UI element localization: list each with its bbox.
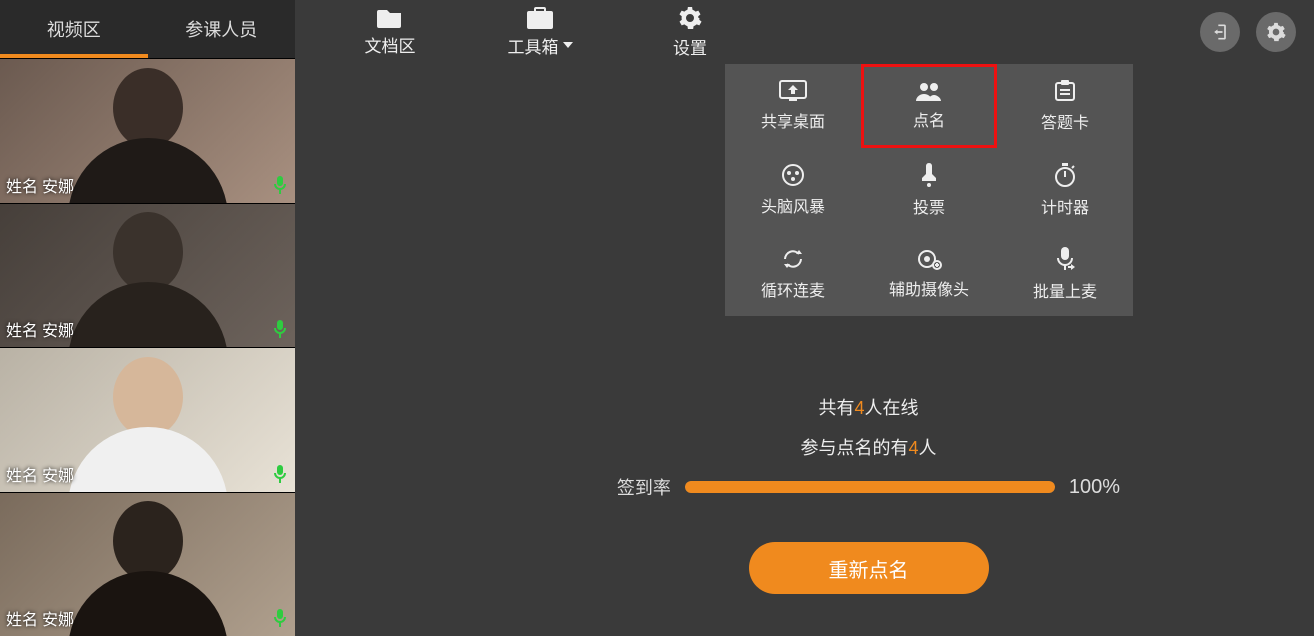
briefcase-icon (527, 7, 553, 29)
mic-icon (273, 608, 287, 628)
settings-button[interactable] (1256, 12, 1296, 52)
video-label: 姓名安娜 (6, 462, 74, 486)
main-area: 文档区 工具箱 设置 共享桌面 (295, 0, 1314, 636)
folder-icon (377, 8, 403, 28)
topbar-right (1200, 0, 1314, 64)
docs-tab-label: 文档区 (365, 32, 416, 57)
share-desktop-icon (779, 80, 807, 102)
settings-tab[interactable]: 设置 (615, 0, 765, 64)
participate-line: 参与点名的有4人 (800, 434, 936, 460)
mic-icon (273, 319, 287, 339)
tool-cycle-mic-label: 循环连麦 (761, 277, 825, 301)
video-name-value: 安娜 (42, 173, 74, 197)
tool-brainstorm[interactable]: 头脑风暴 (725, 148, 861, 232)
tool-batch-mic-label: 批量上麦 (1033, 278, 1097, 302)
video-name-label: 姓名 (6, 173, 38, 197)
person-silhouette (88, 501, 208, 636)
video-name-label: 姓名 (6, 462, 38, 486)
tool-vote[interactable]: 投票 (861, 148, 997, 232)
online-suffix: 人在线 (865, 398, 919, 418)
participate-count: 4 (908, 438, 918, 458)
answer-card-icon (1053, 79, 1077, 103)
rollcall-result: 共有4人在线 参与点名的有4人 签到率 100% 重新点名 (549, 394, 1189, 594)
tab-video-area[interactable]: 视频区 (0, 0, 148, 58)
sidebar: 视频区 参课人员 姓名安娜姓名安娜姓名安娜姓名安娜 (0, 0, 295, 636)
chevron-down-icon (563, 42, 573, 48)
video-label: 姓名安娜 (6, 606, 74, 630)
tool-aux-camera-label: 辅助摄像头 (889, 276, 969, 300)
tab-attendees[interactable]: 参课人员 (148, 0, 296, 58)
video-cell[interactable]: 姓名安娜 (0, 492, 295, 636)
tool-answer-card-label: 答题卡 (1041, 109, 1089, 133)
tab-attendees-label: 参课人员 (185, 16, 257, 42)
video-cell[interactable]: 姓名安娜 (0, 203, 295, 348)
cycle-icon (781, 247, 805, 271)
topbar: 文档区 工具箱 设置 (295, 0, 1314, 64)
tool-brainstorm-label: 头脑风暴 (761, 193, 825, 217)
person-silhouette (88, 212, 208, 347)
mic-icon (273, 175, 287, 195)
tool-batch-mic[interactable]: 批量上麦 (997, 232, 1133, 316)
brainstorm-icon (781, 163, 805, 187)
settings-tab-label: 设置 (673, 34, 707, 59)
participate-suffix: 人 (919, 438, 937, 458)
online-line: 共有4人在线 (818, 394, 918, 420)
person-silhouette (88, 357, 208, 492)
exit-icon (1210, 22, 1230, 42)
timer-icon (1053, 162, 1077, 188)
tool-share-desktop-label: 共享桌面 (761, 108, 825, 132)
tool-vote-label: 投票 (913, 194, 945, 218)
person-silhouette (88, 68, 208, 203)
restart-rollcall-label: 重新点名 (829, 554, 909, 583)
toolbox-tab-label: 工具箱 (508, 33, 573, 58)
progress-row: 签到率 100% (549, 474, 1189, 500)
tool-cycle-mic[interactable]: 循环连麦 (725, 232, 861, 316)
tool-share-desktop[interactable]: 共享桌面 (725, 64, 861, 148)
video-cell[interactable]: 姓名安娜 (0, 58, 295, 203)
participate-prefix: 参与点名的有 (800, 438, 908, 458)
video-name-value: 安娜 (42, 606, 74, 630)
video-label: 姓名安娜 (6, 317, 74, 341)
video-name-label: 姓名 (6, 606, 38, 630)
app-root: 视频区 参课人员 姓名安娜姓名安娜姓名安娜姓名安娜 文档区 工具箱 设置 (0, 0, 1314, 636)
mic-icon (273, 464, 287, 484)
video-name-value: 安娜 (42, 317, 74, 341)
aux-camera-icon (916, 248, 942, 270)
gear-icon (1266, 22, 1286, 42)
tool-aux-camera[interactable]: 辅助摄像头 (861, 232, 997, 316)
docs-tab[interactable]: 文档区 (315, 0, 465, 64)
online-count: 4 (854, 398, 864, 418)
restart-rollcall-button[interactable]: 重新点名 (749, 542, 989, 594)
tools-panel: 共享桌面 点名 答题卡 头脑风暴 投票 计时器 (725, 64, 1133, 316)
toolbox-tab[interactable]: 工具箱 (465, 0, 615, 64)
rate-percent: 100% (1069, 476, 1120, 499)
vote-icon (918, 162, 940, 188)
rate-label: 签到率 (617, 474, 671, 500)
batch-mic-icon (1054, 246, 1076, 272)
video-list: 姓名安娜姓名安娜姓名安娜姓名安娜 (0, 58, 295, 636)
video-name-value: 安娜 (42, 462, 74, 486)
people-icon (915, 81, 943, 101)
video-name-label: 姓名 (6, 317, 38, 341)
tab-video-area-label: 视频区 (47, 16, 101, 42)
tool-timer-label: 计时器 (1041, 194, 1089, 218)
video-label: 姓名安娜 (6, 173, 74, 197)
tool-rollcall-label: 点名 (913, 107, 945, 131)
sidebar-tabs: 视频区 参课人员 (0, 0, 295, 58)
exit-button[interactable] (1200, 12, 1240, 52)
tool-rollcall[interactable]: 点名 (861, 64, 997, 148)
online-prefix: 共有 (818, 398, 854, 418)
tool-timer[interactable]: 计时器 (997, 148, 1133, 232)
progress-track (685, 481, 1055, 493)
video-cell[interactable]: 姓名安娜 (0, 347, 295, 492)
progress-fill (685, 481, 1055, 493)
gear-icon (678, 6, 702, 30)
tool-answer-card[interactable]: 答题卡 (997, 64, 1133, 148)
